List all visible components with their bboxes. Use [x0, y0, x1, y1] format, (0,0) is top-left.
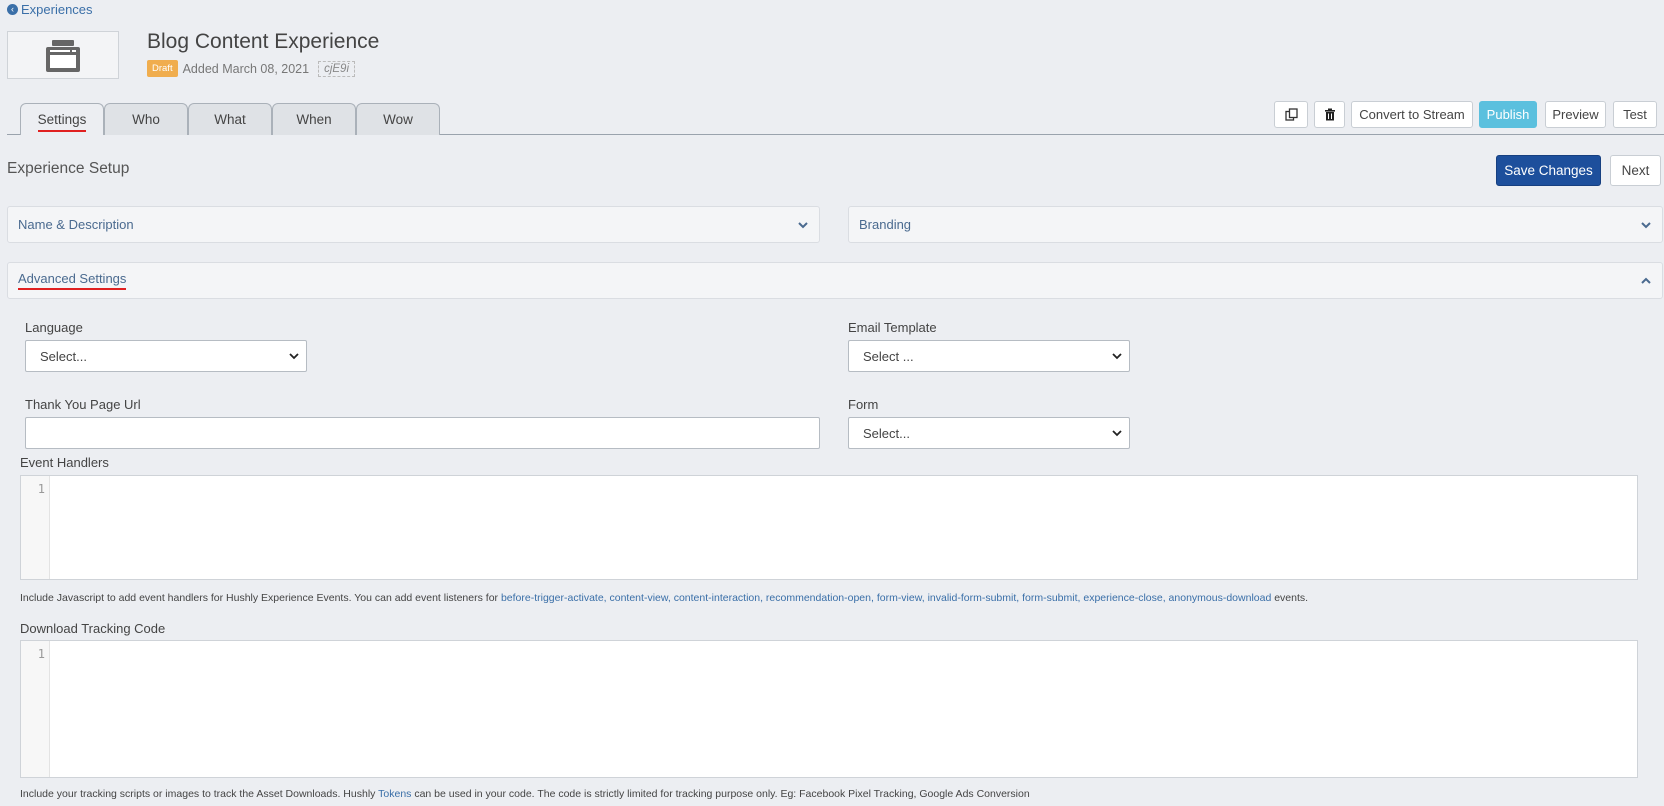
download-tracking-help: Include your tracking scripts or images … [20, 788, 1030, 800]
chevron-down-icon [798, 221, 808, 228]
email-template-select-value: Select ... [863, 348, 914, 364]
event-handlers-help: Include Javascript to add event handlers… [20, 592, 1308, 604]
form-select-value: Select... [863, 425, 910, 441]
preview-button[interactable]: Preview [1545, 101, 1606, 128]
event-handlers-label: Event Handlers [20, 455, 109, 470]
download-tracking-label: Download Tracking Code [20, 621, 166, 636]
delete-button[interactable] [1314, 101, 1345, 128]
email-template-label: Email Template [848, 320, 937, 335]
tab-label: What [214, 112, 246, 127]
section-title: Experience Setup [7, 160, 130, 177]
arrow-left-circle-icon: ‹ [7, 4, 18, 15]
help-text: events. [1271, 592, 1309, 604]
tab-label: Settings [37, 112, 87, 132]
language-label: Language [25, 320, 83, 335]
email-template-select[interactable]: Select ... [848, 340, 1130, 372]
experience-code: cjE9i [318, 60, 356, 77]
tab-who[interactable]: Who [104, 103, 188, 135]
thank-you-url-label: Thank You Page Url [25, 397, 141, 412]
next-button[interactable]: Next [1610, 155, 1661, 186]
convert-to-stream-button[interactable]: Convert to Stream [1351, 101, 1473, 128]
panel-title: Name & Description [18, 217, 134, 232]
status-badge: Draft [147, 60, 178, 77]
form-label: Form [848, 397, 879, 412]
experience-thumbnail [7, 31, 119, 79]
language-select[interactable]: Select... [25, 340, 307, 372]
tab-settings[interactable]: Settings [20, 103, 104, 135]
copy-icon [1284, 108, 1298, 121]
tab-label: Wow [383, 112, 413, 127]
line-number-gutter: 1 [21, 476, 50, 579]
panel-title: Advanced Settings [18, 271, 127, 290]
download-tracking-editor[interactable]: 1 [20, 640, 1638, 778]
event-list-links[interactable]: before-trigger-activate, content-view, c… [501, 592, 1271, 604]
code-area[interactable] [50, 641, 1637, 777]
line-number-gutter: 1 [21, 641, 50, 777]
help-text: Include Javascript to add event handlers… [20, 592, 501, 604]
chevron-down-icon [1112, 353, 1122, 360]
page-title: Blog Content Experience [147, 30, 380, 53]
branding-panel-header[interactable]: Branding [848, 206, 1663, 243]
tab-when[interactable]: When [272, 103, 356, 135]
added-date: Added March 08, 2021 [182, 61, 310, 76]
chevron-down-icon [1112, 430, 1122, 437]
chevron-down-icon [1641, 221, 1651, 228]
trash-icon [1324, 108, 1335, 121]
tab-bar: Settings Who What When Wow [20, 103, 440, 135]
template-icon [46, 40, 80, 72]
form-select[interactable]: Select... [848, 417, 1130, 449]
name-description-panel-header[interactable]: Name & Description [7, 206, 820, 243]
code-area[interactable] [50, 476, 1637, 579]
tab-wow[interactable]: Wow [356, 103, 440, 135]
tokens-link[interactable]: Tokens [378, 788, 411, 800]
help-text: Include your tracking scripts or images … [20, 788, 379, 800]
save-changes-button[interactable]: Save Changes [1496, 155, 1601, 186]
help-text: can be used in your code. The code is st… [411, 788, 1030, 800]
back-link-label: Experiences [21, 2, 93, 17]
event-handlers-editor[interactable]: 1 [20, 475, 1638, 580]
experience-meta: Draft Added March 08, 2021 cjE9i [147, 60, 356, 77]
chevron-up-icon [1641, 277, 1651, 284]
back-to-experiences-link[interactable]: ‹ Experiences [7, 2, 93, 17]
tab-label: When [296, 112, 332, 127]
thank-you-url-input[interactable] [25, 417, 820, 449]
language-select-value: Select... [40, 348, 87, 364]
advanced-settings-panel-header[interactable]: Advanced Settings [7, 262, 1663, 299]
tab-what[interactable]: What [188, 103, 272, 135]
tab-label: Who [132, 112, 160, 127]
chevron-down-icon [289, 353, 299, 360]
copy-button[interactable] [1274, 101, 1308, 128]
panel-title: Branding [859, 217, 912, 232]
test-button[interactable]: Test [1613, 101, 1657, 128]
publish-button[interactable]: Publish [1479, 101, 1537, 128]
